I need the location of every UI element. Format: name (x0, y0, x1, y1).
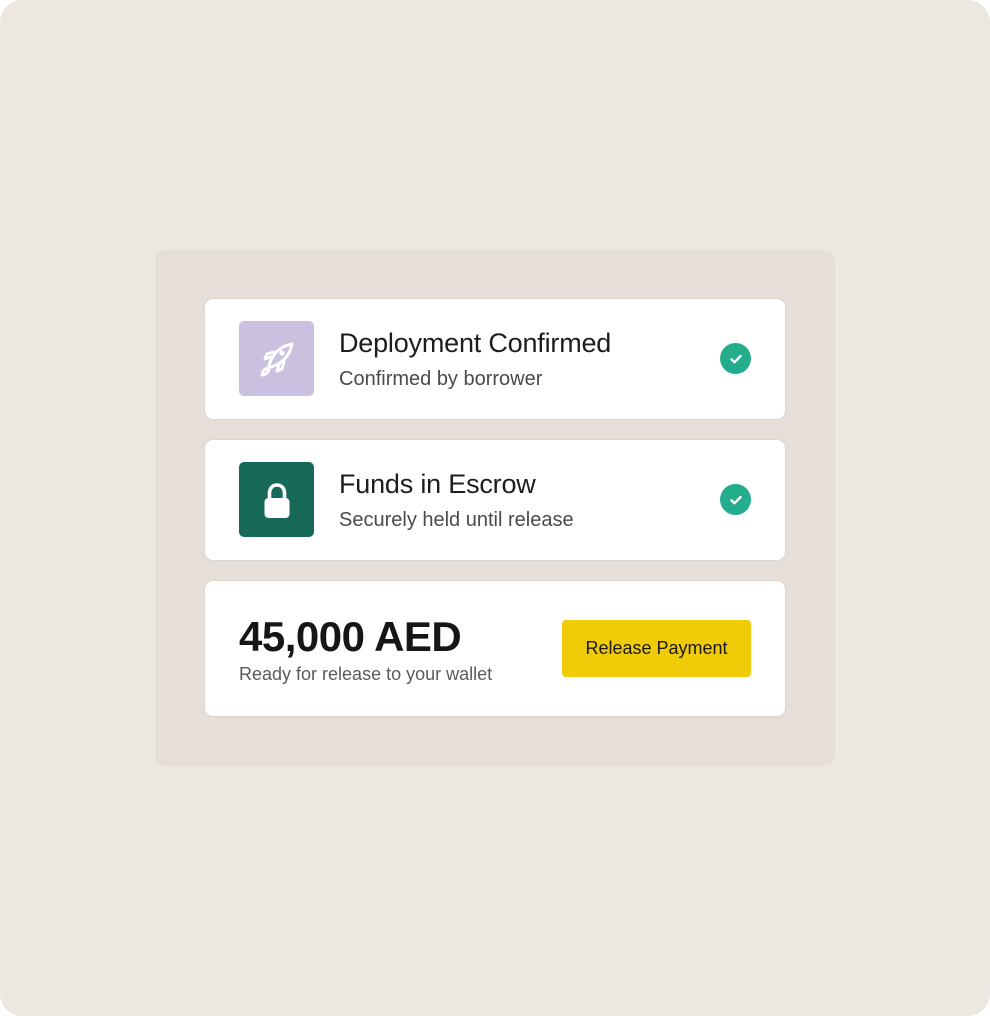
escrow-panel: Deployment Confirmed Confirmed by borrow… (155, 250, 835, 766)
page-background: Deployment Confirmed Confirmed by borrow… (0, 0, 990, 1016)
check-circle-icon (720, 343, 751, 374)
step-card-escrow: Funds in Escrow Securely held until rele… (205, 440, 785, 560)
step-subtitle: Securely held until release (339, 509, 574, 531)
step-title: Funds in Escrow (339, 469, 536, 499)
step-card-deployment: Deployment Confirmed Confirmed by borrow… (205, 299, 785, 419)
payment-card: 45,000 AED Ready for release to your wal… (205, 581, 785, 716)
deployment-icon-tile (239, 321, 314, 396)
step-subtitle: Confirmed by borrower (339, 368, 543, 390)
payment-note: Ready for release to your wallet (239, 664, 493, 684)
payment-amount: 45,000 AED (239, 613, 462, 660)
release-payment-button[interactable]: Release Payment (562, 620, 751, 677)
lock-icon (264, 482, 289, 518)
escrow-icon-tile (239, 462, 314, 537)
rocket-icon (260, 342, 293, 376)
check-circle-icon (720, 484, 751, 515)
step-title: Deployment Confirmed (339, 328, 612, 358)
